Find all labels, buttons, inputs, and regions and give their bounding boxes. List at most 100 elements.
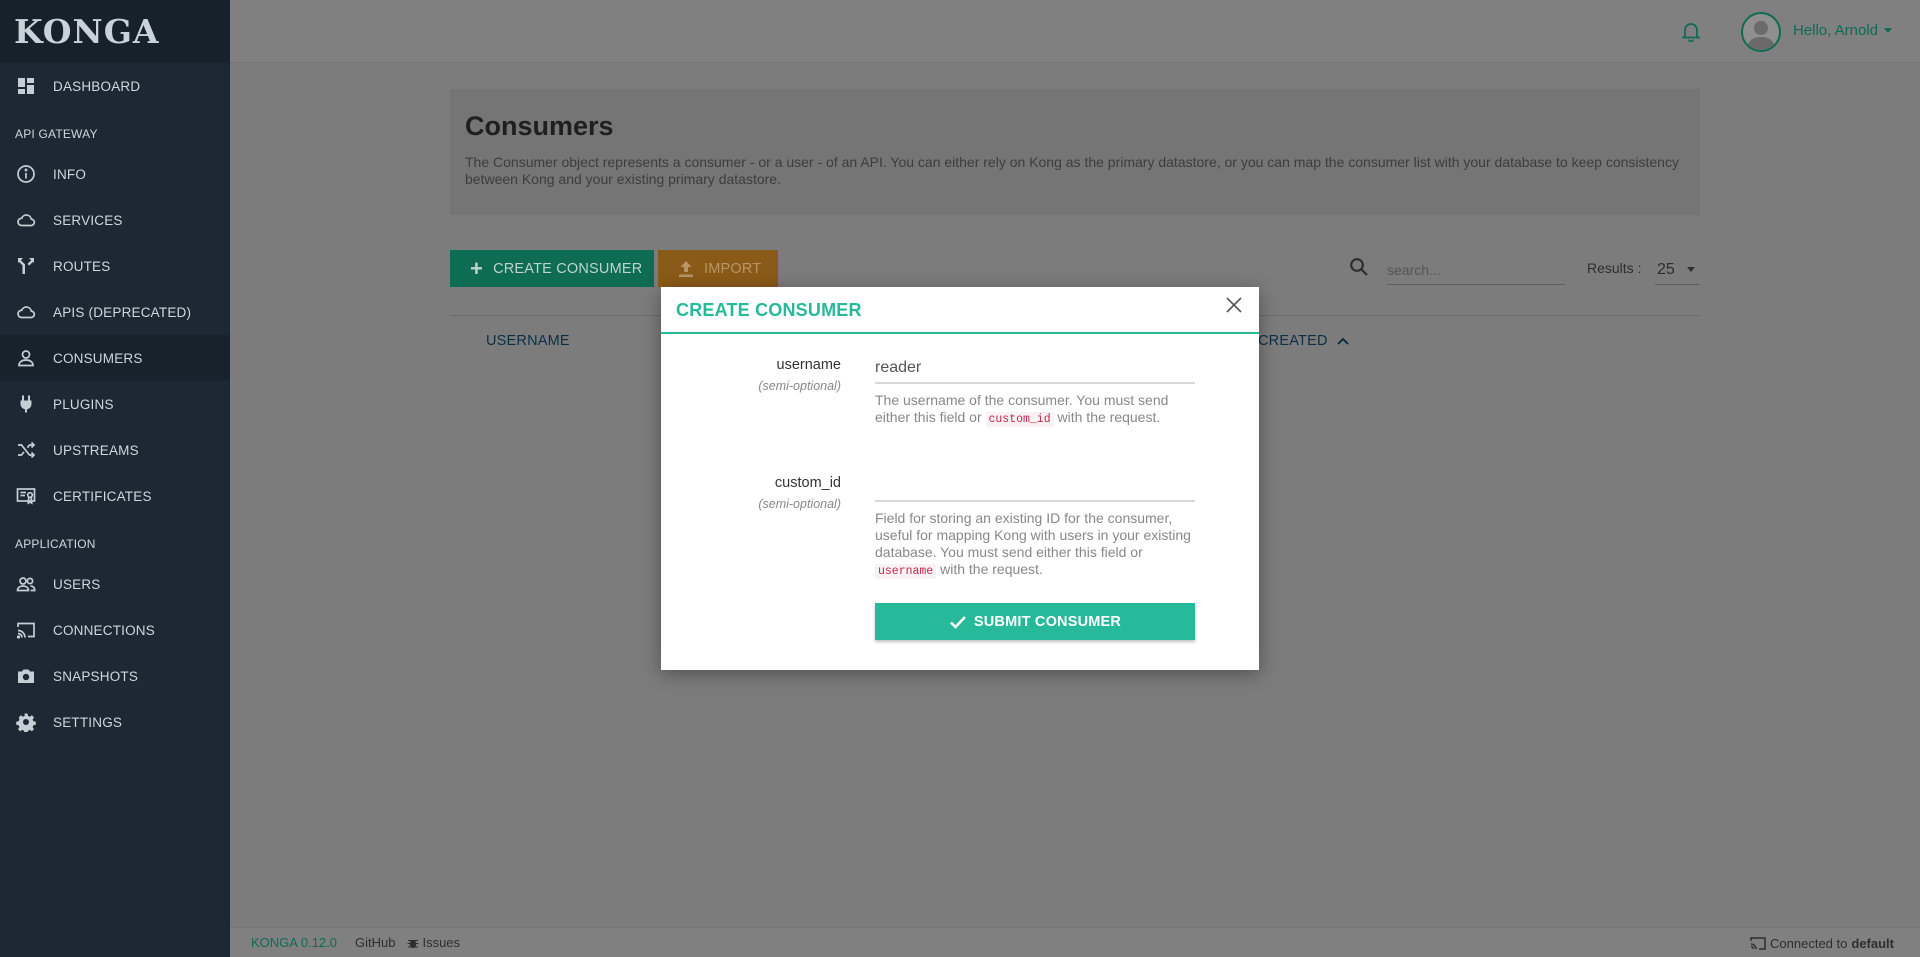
check-icon [949,615,966,629]
column-header-username[interactable]: USERNAME [486,333,570,349]
sidebar-item-consumers[interactable]: CONSUMERS [0,335,230,381]
sidebar-item-label: SNAPSHOTS [53,668,139,684]
bug-icon [407,939,419,948]
custom-id-label: custom_id [774,475,841,491]
sidebar: KONGA DASHBOARD API GATEWAY INFO SERVICE… [0,0,230,957]
results-value: 25 [1657,260,1675,278]
sidebar-item-dashboard[interactable]: DASHBOARD [0,63,230,109]
sidebar-item-settings[interactable]: SETTINGS [0,699,230,745]
sidebar-item-label: USERS [53,576,101,592]
section-title-api-gateway: API GATEWAY [15,127,98,141]
info-icon [15,163,37,185]
sidebar-item-connections[interactable]: CONNECTIONS [0,607,230,653]
sidebar-item-label: CONNECTIONS [53,622,155,638]
import-label: IMPORT [704,260,762,277]
sidebar-item-label: CERTIFICATES [53,488,152,504]
avatar[interactable] [1741,12,1781,52]
create-consumer-modal: CREATE CONSUMER username (semi-optional)… [661,287,1259,670]
caret-down-icon [1884,28,1892,33]
sidebar-item-label: SERVICES [53,212,123,228]
submit-consumer-label: SUBMIT CONSUMER [973,613,1122,630]
create-consumer-label: CREATE CONSUMER [493,260,643,277]
username-sub-label: (semi-optional) [758,379,841,393]
column-header-created[interactable]: CREATED [1258,333,1350,349]
konga-logo[interactable]: KONGA [0,0,230,63]
column-header-created-label: CREATED [1258,333,1328,349]
page-header: Consumers The Consumer object represents… [450,89,1700,215]
bell-icon[interactable] [1680,20,1702,43]
plug-icon [15,393,37,415]
sidebar-item-label: CONSUMERS [53,350,143,366]
sort-asc-icon [1336,337,1349,345]
username-input[interactable] [875,354,1195,384]
upload-icon [679,260,693,277]
connection-name: default [1851,936,1894,951]
username-help-text-2: with the request. [1053,409,1161,425]
custom-id-sub-label: (semi-optional) [758,497,841,511]
section-title-application: APPLICATION [15,537,96,551]
cloud-icon [15,209,37,231]
gear-icon [15,711,37,733]
cloud-icon [15,301,37,323]
sidebar-item-label: INFO [53,166,87,182]
username-label: username [776,357,841,373]
sidebar-item-upstreams[interactable]: UPSTREAMS [0,427,230,473]
logo-text: KONGA [14,12,160,51]
sidebar-item-certificates[interactable]: CERTIFICATES [0,473,230,519]
cast-icon [1750,937,1766,950]
username-help-code: custom_id [985,412,1054,427]
search-icon [1349,257,1369,277]
version-label: KONGA 0.12.0 [251,935,337,950]
results-label: Results : [1587,260,1642,276]
shuffle-icon [15,439,37,461]
dashboard-icon [15,75,37,97]
page-description: The Consumer object represents a consume… [465,154,1679,187]
cast-icon [15,619,37,641]
username-help: The username of the consumer. You must s… [875,392,1195,428]
custom-id-help-text-2: with the request. [936,561,1043,577]
modal-header: CREATE CONSUMER [661,287,1259,334]
modal-title: CREATE CONSUMER [676,300,862,320]
user-greeting: Hello, Arnold [1792,22,1878,39]
custom-id-help-text-1: Field for storing an existing ID for the… [875,510,1191,560]
sidebar-item-label: UPSTREAMS [53,442,139,458]
custom-id-help: Field for storing an existing ID for the… [875,510,1195,580]
sidebar-item-label: DASHBOARD [53,78,141,94]
results-per-page-select[interactable]: 25 [1655,255,1699,285]
close-icon[interactable] [1225,296,1243,314]
caret-down-icon [1686,267,1695,272]
certificate-icon [15,485,37,507]
plus-icon: + [470,255,484,281]
sidebar-item-label: PLUGINS [53,396,114,412]
sidebar-item-plugins[interactable]: PLUGINS [0,381,230,427]
sidebar-item-label: ROUTES [53,258,111,274]
sidebar-item-snapshots[interactable]: SNAPSHOTS [0,653,230,699]
sidebar-item-label: APIS (DEPRECATED) [53,304,192,320]
github-label: GitHub [355,935,396,950]
import-button[interactable]: IMPORT [658,250,778,287]
sidebar-item-users[interactable]: USERS [0,561,230,607]
sidebar-item-info[interactable]: INFO [0,151,230,197]
sidebar-item-routes[interactable]: ROUTES [0,243,230,289]
camera-icon [15,665,37,687]
sidebar-item-apis-deprecated[interactable]: APIS (DEPRECATED) [0,289,230,335]
connected-prefix: Connected to [1770,936,1848,951]
sidebar-item-services[interactable]: SERVICES [0,197,230,243]
footer: KONGA 0.12.0 GitHub Issues Connected to … [230,927,1920,957]
search-input[interactable] [1387,255,1565,285]
top-bar: Hello, Arnold [230,0,1920,63]
connection-status: Connected to default [1750,936,1894,951]
sidebar-item-label: SETTINGS [53,714,123,730]
custom-id-input[interactable] [875,472,1195,502]
github-link[interactable]: GitHub [355,935,395,950]
users-icon [15,573,37,595]
custom-id-help-code: username [875,564,937,579]
create-consumer-button[interactable]: + CREATE CONSUMER [450,250,654,287]
issues-label: Issues [422,935,461,950]
page-title: Consumers [465,111,614,141]
user-icon [15,347,37,369]
submit-consumer-button[interactable]: SUBMIT CONSUMER [875,603,1195,640]
routes-icon [15,255,37,277]
issues-link[interactable]: Issues [407,935,460,950]
user-menu[interactable]: Hello, Arnold [1793,22,1892,39]
